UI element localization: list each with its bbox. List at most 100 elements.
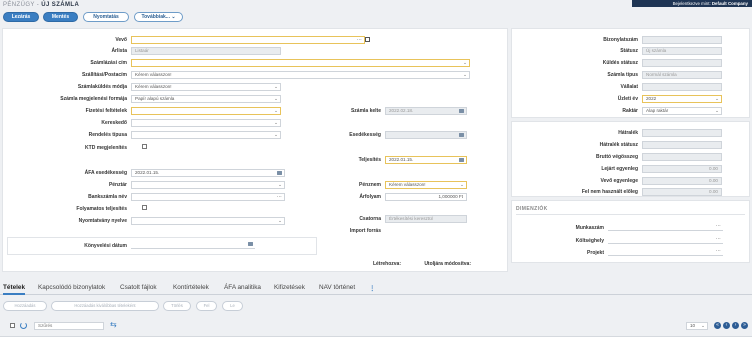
arrears-status-label: Hátralék státusz <box>599 142 638 148</box>
calendar-icon[interactable] <box>277 171 282 175</box>
table-toolbar: Szűrés ⇆ 10 ⌄ « ‹ › » <box>0 319 752 333</box>
save-button[interactable]: Mentés <box>43 12 78 22</box>
chevron-down-icon: ⌄ <box>274 132 278 137</box>
cashbox-select[interactable]: ⌄ <box>131 181 285 189</box>
sending-method-select[interactable]: Kérem válasszon! ⌄ <box>131 83 281 91</box>
due-date-field <box>385 131 467 139</box>
close-button[interactable]: Lezárás <box>3 12 39 22</box>
continuous-fulfilment-checkbox[interactable] <box>142 205 147 210</box>
bank-account-field[interactable]: ... <box>131 193 285 201</box>
created-label: Létrehozva: <box>372 261 401 267</box>
swap-icon[interactable]: ⇆ <box>110 320 117 329</box>
customer-field[interactable]: ... <box>131 36 365 44</box>
chevron-down-icon: ⌄ <box>274 108 278 113</box>
work-number-lookup-dots[interactable]: ... <box>716 223 721 228</box>
calendar-icon[interactable] <box>459 158 464 162</box>
move-down-button[interactable]: Le <box>222 301 243 311</box>
last-page-icon[interactable]: » <box>741 322 748 329</box>
select-all-checkbox[interactable] <box>10 323 15 328</box>
filter-input[interactable]: Szűrés <box>34 322 104 330</box>
login-prefix: Bejelentkezve mint: <box>672 1 712 6</box>
sending-status-label: Küldés státusz <box>602 60 638 66</box>
tab-posting-items[interactable]: Kontírtételek <box>173 284 209 291</box>
unused-advance-label: Fel nem használt előleg <box>581 189 638 195</box>
project-label: Projekt <box>587 250 604 256</box>
print-button[interactable]: Nyomtatás <box>83 12 129 22</box>
move-up-button[interactable]: Fel <box>196 301 217 311</box>
delete-item-button[interactable]: Törlés <box>163 301 191 311</box>
vat-due-date-field[interactable]: 2022.01.15. <box>131 169 285 177</box>
tab-related-documents[interactable]: Kapcsolódó bizonylatok <box>38 284 105 291</box>
cashbox-label: Pénztár <box>108 182 127 188</box>
order-type-label: Rendelés típusa <box>88 132 127 138</box>
shipping-address-select[interactable]: Kérem válasszon! ⌄ <box>131 71 470 79</box>
fiscal-year-label: Üzleti év <box>617 96 638 102</box>
dimensions-divider <box>516 214 745 215</box>
project-lookup-dots[interactable]: ... <box>716 248 721 253</box>
page-size-select[interactable]: 10 ⌄ <box>686 322 708 330</box>
prev-page-icon[interactable]: ‹ <box>723 322 730 329</box>
tabs-more-icon[interactable]: ⋮ <box>369 284 375 292</box>
refresh-icon[interactable] <box>20 322 27 329</box>
customer-balance-label: Vevő egyenlege <box>600 178 638 184</box>
fulfilment-date-field[interactable]: 2022.01.15. <box>385 156 467 164</box>
unused-advance-field: 0.00 <box>642 188 722 196</box>
tab-items[interactable]: Tételek <box>3 284 26 295</box>
salesperson-label: Kereskedő <box>101 120 127 126</box>
print-language-label: Nyomtatvány nyelve <box>78 218 127 224</box>
billing-address-select[interactable]: ⌄ <box>131 59 470 67</box>
tab-vat-analytics[interactable]: ÁFA analitika <box>224 284 261 291</box>
customer-lookup-dots[interactable]: ... <box>357 37 362 42</box>
invoice-format-select[interactable]: Papír alapú számla ⌄ <box>131 95 281 103</box>
breadcrumb-section[interactable]: PÉNZÜGY <box>3 2 35 8</box>
work-number-field[interactable]: ... <box>608 223 723 231</box>
breadcrumb: PÉNZÜGY - ÚJ SZÁMLA <box>3 2 79 8</box>
invoice-type-field: Normál számla <box>642 71 722 79</box>
fulfilment-date-label: Teljesítés <box>358 157 381 163</box>
next-page-icon[interactable]: › <box>732 322 739 329</box>
arrears-status-field <box>642 141 722 149</box>
chevron-down-icon: ⌄ <box>278 182 282 187</box>
cost-center-lookup-dots[interactable]: ... <box>716 236 721 241</box>
chevron-down-icon: ⌄ <box>171 14 176 20</box>
more-label: Továbbiak... <box>141 14 170 20</box>
exchange-rate-field[interactable]: 1,000000 Ft <box>385 193 467 201</box>
order-type-select[interactable]: ⌄ <box>131 131 281 139</box>
print-language-select[interactable]: ⌄ <box>131 217 285 225</box>
login-company[interactable]: Default Company <box>712 1 748 6</box>
tab-attached-files[interactable]: Csatolt fájlok <box>120 284 157 291</box>
dimensions-panel: DIMENZIÓK Munkaszám ... Költséghely ... … <box>511 200 750 263</box>
salesperson-select[interactable]: ⌄ <box>131 119 281 127</box>
calendar-icon <box>459 133 464 137</box>
add-item-button[interactable]: Hozzáadás <box>3 301 47 311</box>
tab-nav-history[interactable]: NAV történet <box>319 284 355 291</box>
first-page-icon[interactable]: « <box>714 322 721 329</box>
chevron-down-icon: ⌄ <box>274 84 278 89</box>
billing-address-label: Számlázási cím <box>90 60 127 66</box>
chevron-down-icon: ⌄ <box>715 108 719 113</box>
accounting-date-field[interactable] <box>131 241 255 249</box>
tab-payments[interactable]: Kifizetések <box>274 284 305 291</box>
add-sub-item-button[interactable]: Hozzáadás kiválóbbas tételeként <box>51 301 159 311</box>
chevron-down-icon: ⌄ <box>701 323 705 328</box>
dimensions-title: DIMENZIÓK <box>516 206 548 212</box>
currency-select[interactable]: Kérem válasszon! ⌄ <box>385 181 467 189</box>
customer-label: Vevő <box>115 37 127 43</box>
work-number-label: Munkaszám <box>575 225 604 231</box>
calendar-icon[interactable] <box>248 242 253 246</box>
warehouse-select[interactable]: Alap raktár ⌄ <box>642 107 722 115</box>
more-button[interactable]: Továbbiak... ⌄ <box>134 12 183 22</box>
due-date-label: Esedékesség <box>349 132 381 138</box>
ktd-checkbox[interactable] <box>142 144 147 149</box>
payment-terms-select[interactable]: ⌄ <box>131 107 281 115</box>
invoice-date-field: 2022.02.18. <box>385 107 467 115</box>
bank-account-label: Bankszámla név <box>88 194 127 200</box>
fiscal-year-select[interactable]: 2022 ⌄ <box>642 95 722 103</box>
bank-account-lookup-dots[interactable]: ... <box>277 194 282 199</box>
warehouse-label: Raktár <box>622 108 638 114</box>
project-field[interactable]: ... <box>608 248 723 256</box>
document-number-label: Bizonylatszám <box>603 37 638 43</box>
arrears-label: Hátralék <box>618 130 638 136</box>
cost-center-field[interactable]: ... <box>608 236 723 244</box>
edit-icon[interactable] <box>365 37 370 42</box>
